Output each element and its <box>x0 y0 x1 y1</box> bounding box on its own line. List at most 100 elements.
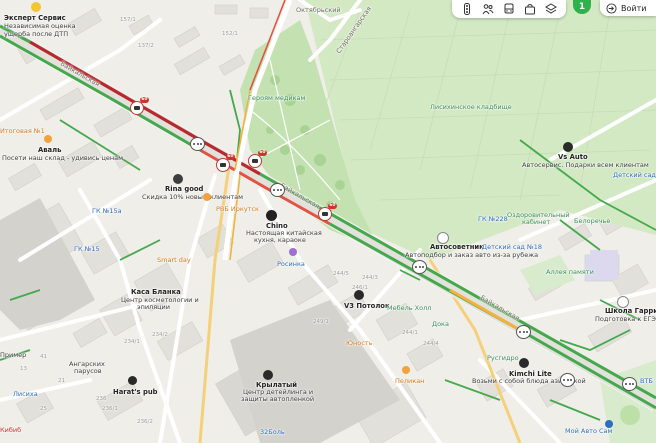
road-event-bubble-icon[interactable] <box>516 325 531 339</box>
place-rosinka[interactable]: Росинка <box>277 260 305 268</box>
place-smart-day[interactable]: Smart day <box>157 256 191 264</box>
place-vsauto-title[interactable]: Vs Auto <box>558 153 588 161</box>
rosinka-icon[interactable] <box>289 248 297 256</box>
house-number: 244/5 <box>333 271 349 277</box>
moi-avto-icon[interactable] <box>605 420 613 428</box>
house-number: 236/1 <box>102 406 118 412</box>
traffic-camera-icon[interactable]: 60 <box>318 203 337 221</box>
traffic-camera-icon[interactable]: 60 <box>248 150 267 168</box>
pelikan-icon[interactable] <box>402 366 410 374</box>
road-event-bubble-icon[interactable] <box>560 373 575 387</box>
people-layer-button[interactable] <box>480 1 496 17</box>
school-icon[interactable] <box>617 296 629 308</box>
layers-button[interactable] <box>543 1 559 17</box>
place-rinagood-title[interactable]: Rina good <box>165 185 203 193</box>
traffic-camera-icon[interactable]: 60 <box>216 154 235 172</box>
place-kasa-sub2: эпиляции <box>137 303 170 311</box>
house-number: 137/2 <box>138 43 154 49</box>
layers-icon <box>545 3 558 14</box>
place-kiblib[interactable]: Кибиб <box>0 426 21 434</box>
place-ekspert-sub2: ущерба после ДТП <box>4 30 69 38</box>
traffic-camera-icon[interactable]: 60 <box>130 97 149 115</box>
place-ekspert-title[interactable]: Эксперт Сервис <box>4 14 66 22</box>
road-event-bubble-icon[interactable] <box>270 183 285 197</box>
place-doka[interactable]: Дока <box>432 320 449 328</box>
krylatyi-icon[interactable] <box>263 370 273 380</box>
transport-layer-button[interactable] <box>501 1 517 17</box>
road-event-bubble-icon[interactable] <box>412 260 427 274</box>
street-label-oktyabrsky: Октябрьский <box>296 6 341 14</box>
place-aval-title[interactable]: Аваль <box>38 146 61 154</box>
house-number: 25 <box>40 406 47 412</box>
kimchi-lite-icon[interactable] <box>519 358 529 368</box>
house-number: 236/2 <box>137 419 153 425</box>
place-chino-sub2: кухня, караоке <box>254 236 306 244</box>
place-haragts[interactable]: Harat's pub <box>113 388 158 396</box>
place-mebel[interactable]: Мебель Холл <box>387 304 431 312</box>
harats-pub-icon[interactable] <box>128 376 137 385</box>
house-number: 234/1 <box>124 339 140 345</box>
house-number: 152/1 <box>222 31 238 37</box>
traffic-light-icon <box>463 3 470 15</box>
place-gk228[interactable]: ГК №228 <box>478 215 508 223</box>
place-rvb[interactable]: РВБ Иркутск <box>216 205 259 213</box>
road-event-bubble-icon[interactable] <box>622 377 637 391</box>
place-lisikha-cemetery[interactable]: Лисихинское кладбище <box>430 103 512 111</box>
shop-layer-button[interactable] <box>522 1 538 17</box>
place-kids-70[interactable]: Детский сад №70 <box>613 171 656 179</box>
v3-potolok-icon[interactable] <box>354 290 364 300</box>
house-number: 234/2 <box>152 332 168 338</box>
place-krylatyi-sub2: защиты автопленкой <box>241 395 315 403</box>
place-vsauto-sub: Автосервис. Подарки всем клиентам <box>522 161 649 169</box>
place-primer: Пример <box>0 351 27 359</box>
avtosovetnik-icon[interactable] <box>437 232 449 244</box>
house-number: 249/1 <box>313 319 329 325</box>
aval-icon[interactable] <box>44 135 52 143</box>
ekspert-service-icon[interactable] <box>31 2 41 12</box>
place-angarsky-2: парусов <box>74 367 102 375</box>
place-rusgidro[interactable]: Русгидро <box>487 354 519 362</box>
house-number: 236 <box>96 396 107 402</box>
rvb-icon[interactable] <box>203 193 211 201</box>
house-number: 157/1 <box>120 17 136 23</box>
bus-icon <box>504 3 514 14</box>
place-totalovaya[interactable]: Итоговая №1 <box>0 127 45 135</box>
place-ekspert-sub1: Независимая оценка <box>4 22 76 30</box>
place-avtosov-sub: Автоподбор и заказ авто из-за рубежа <box>405 251 539 259</box>
login-arrow-icon <box>606 2 617 14</box>
house-number: 41 <box>40 354 47 360</box>
place-alley[interactable]: Аллея памяти <box>546 268 594 276</box>
house-number: 244/1 <box>402 330 418 336</box>
road-event-bubble-icon[interactable] <box>190 137 205 151</box>
place-gk15[interactable]: ГК №15 <box>74 245 100 253</box>
place-kasa-title[interactable]: Каса Бланка <box>131 288 181 296</box>
place-v3-title[interactable]: V3 Потолок <box>344 302 390 310</box>
chino-icon[interactable] <box>266 210 277 221</box>
bag-icon <box>525 4 536 15</box>
place-vtb[interactable]: ВТБ <box>640 377 653 385</box>
vs-auto-icon[interactable] <box>563 142 573 152</box>
place-moi-avto[interactable]: Мой Авто Сам <box>565 427 612 435</box>
house-number: 244/3 <box>362 275 378 281</box>
place-bolshev[interactable]: 32Боль <box>260 428 285 436</box>
rina-good-icon[interactable] <box>173 174 183 184</box>
traffic-layer-button[interactable] <box>459 1 475 17</box>
place-geroyam[interactable]: Героям медикам <box>248 94 305 102</box>
house-number: 244/4 <box>423 341 439 347</box>
place-belorech[interactable]: Белоречье <box>574 217 610 225</box>
place-pelikan[interactable]: Пеликан <box>395 377 424 385</box>
place-avtosov-title[interactable]: Автосоветник <box>430 243 484 251</box>
place-aval-sub: Посети наш склад - удивись ценам <box>2 154 124 162</box>
house-number: 13 <box>20 366 27 372</box>
house-number: 21 <box>58 378 65 384</box>
place-rinagood-sub: Скидка 10% новым клиентам <box>142 193 244 201</box>
place-garri-title[interactable]: Школа Гарри <box>605 307 656 315</box>
login-button[interactable]: Войти <box>600 0 656 16</box>
place-ozdorov-2: кабинет <box>522 218 551 226</box>
place-garri-sub: Подготовка к ЕГЭ/ОГЭ <box>595 315 656 323</box>
place-yunost[interactable]: Юность <box>346 339 372 347</box>
place-lisikha[interactable]: Лисиха <box>13 390 38 398</box>
place-gk15a[interactable]: ГК №15а <box>92 207 122 215</box>
login-label: Войти <box>621 3 647 13</box>
place-kids-18[interactable]: Детский сад №18 <box>482 243 542 251</box>
